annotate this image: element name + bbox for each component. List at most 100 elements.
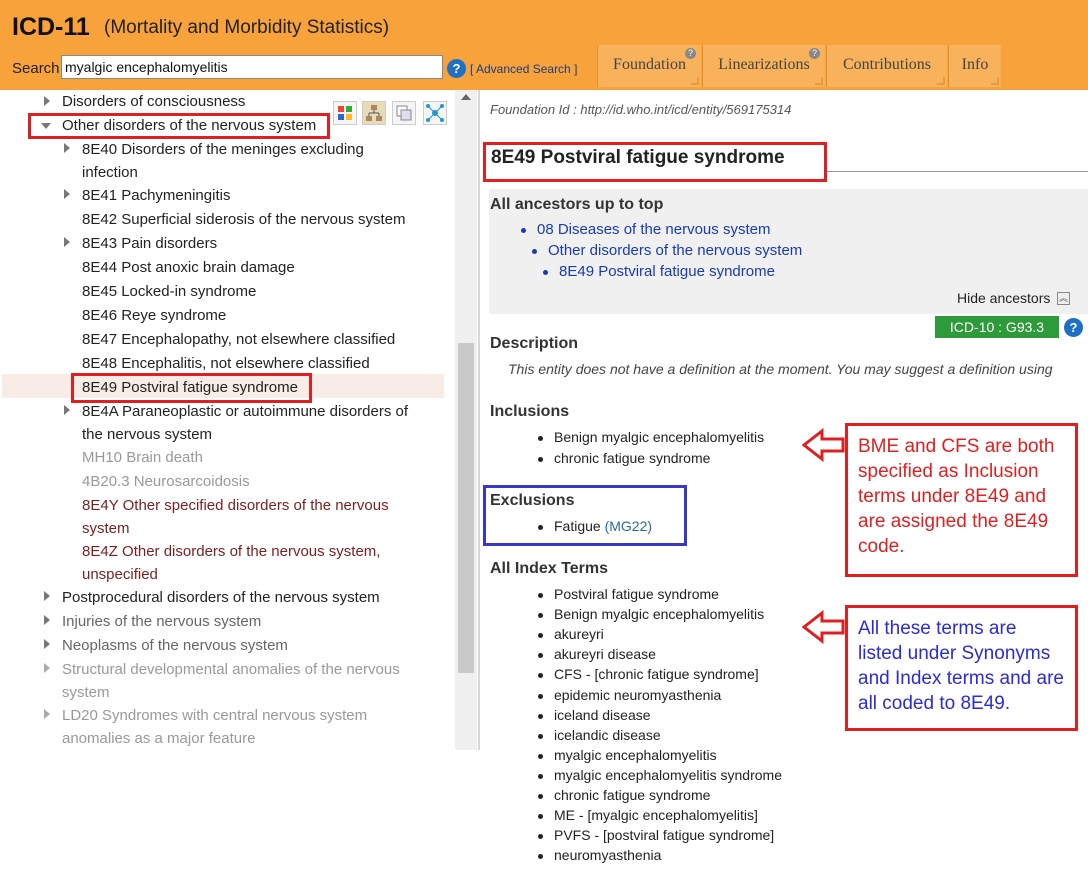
tree-node[interactable]: 8E4Z Other disorders of the nervous syst… [82, 540, 380, 586]
tree-node[interactable]: Structural developmental anomalies of th… [62, 658, 400, 704]
expand-arrow-icon[interactable] [44, 639, 50, 649]
collapse-icon[interactable]: ︽ [1057, 292, 1070, 305]
bullet [538, 593, 543, 598]
ancestor-link[interactable]: Other disorders of the nervous system [548, 242, 802, 259]
hierarchy-icon[interactable] [362, 101, 386, 125]
tree-node[interactable]: 8E42 Superficial siderosis of the nervou… [82, 208, 406, 231]
bullet [543, 270, 548, 275]
ancestor-link[interactable]: 8E49 Postviral fatigue syndrome [559, 263, 775, 280]
search-input[interactable] [61, 55, 443, 79]
arrow-left-icon [802, 610, 845, 644]
bullet [538, 794, 543, 799]
tree-node[interactable]: Disorders of consciousness [62, 90, 245, 113]
tree-node[interactable]: LD20 Syndromes with central nervous syst… [62, 704, 367, 750]
bullet [538, 814, 543, 820]
app-subtitle: (Mortality and Morbidity Statistics) [104, 17, 390, 38]
bullet [538, 713, 543, 719]
index-term: myalgic encephalomyelitis [554, 746, 717, 763]
bullet [538, 834, 543, 840]
copy-icon[interactable] [392, 101, 416, 125]
tree-node[interactable]: 8E44 Post anoxic brain damage [82, 256, 295, 279]
index-term: chronic fatigue syndrome [554, 787, 711, 803]
info-icon: ? [809, 48, 820, 59]
icd10-badge[interactable]: ICD-10 : G93.3 [935, 316, 1059, 338]
expand-arrow-icon[interactable] [64, 189, 70, 199]
index-term: iceland disease [554, 706, 651, 723]
expand-arrow-icon[interactable] [64, 143, 70, 153]
tree-node[interactable]: 8E4A Paraneoplastic or autoimmune disord… [82, 400, 408, 446]
inclusion-term: Benign myalgic encephalomyelitis [554, 429, 765, 445]
title-divider [826, 171, 1088, 172]
tab-linearizations[interactable]: Linearizations ? [702, 45, 825, 87]
tree-node[interactable]: 8E46 Reye syndrome [82, 304, 226, 327]
color-grid-icon[interactable] [333, 101, 357, 125]
tab-contributions[interactable]: Contributions [826, 45, 947, 87]
index-term: epidemic neuromyasthenia [554, 686, 722, 703]
tree-node[interactable]: 8E45 Locked-in syndrome [82, 280, 256, 303]
highlight-box [483, 142, 827, 182]
bullet [538, 613, 543, 619]
index-term: PVFS - [postviral fatigue syndrome] [554, 827, 775, 844]
bullet [538, 773, 543, 779]
expand-arrow-icon[interactable] [44, 591, 50, 601]
help-icon[interactable]: ? [1064, 318, 1083, 337]
foundation-id: Foundation Id : http://id.who.int/icd/en… [490, 102, 792, 117]
expand-arrow-icon[interactable] [64, 237, 70, 247]
inclusion-term: chronic fatigue syndrome [554, 450, 711, 466]
network-icon[interactable] [423, 101, 447, 125]
tab-label: Contributions [842, 56, 931, 73]
tab-info[interactable]: Info [948, 45, 1001, 87]
app-title: ICD-11 [12, 13, 90, 41]
tree-node[interactable]: MH10 Brain death [82, 446, 203, 469]
scroll-up-arrow-icon[interactable] [461, 94, 471, 100]
bullet [538, 633, 543, 639]
resize-corner-icon [991, 77, 999, 85]
tree-node[interactable]: 8E48 Encephalitis, not elsewhere classif… [82, 352, 370, 375]
description-heading: Description [490, 335, 579, 352]
hide-ancestors-link[interactable]: Hide ancestors [957, 290, 1050, 306]
index-term: CFS - [chronic fatigue syndrome] [554, 666, 759, 683]
arrow-left-icon [802, 428, 845, 462]
ancestor-link[interactable]: 08 Diseases of the nervous system [537, 221, 770, 238]
inclusions-heading: Inclusions [490, 403, 570, 420]
tab-label: Info [961, 56, 989, 73]
description-text: This entity does not have a definition a… [508, 361, 1053, 377]
tree-node[interactable]: Postprocedural disorders of the nervous … [62, 586, 380, 609]
tree-node[interactable]: 8E40 Disorders of the meninges excluding… [82, 138, 364, 184]
tab-label: Linearizations [718, 56, 810, 73]
annotation-note-index-terms: All these terms are listed under Synonym… [845, 605, 1078, 731]
classification-tree: Disorders of consciousness Other disorde… [0, 90, 455, 750]
resize-corner-icon [937, 77, 945, 85]
annotation-note-inclusions: BME and CFS are both specified as Inclus… [845, 423, 1078, 577]
index-term: Benign myalgic encephalomyelitis [554, 606, 765, 623]
help-icon[interactable]: ? [447, 59, 466, 78]
ancestors-heading: All ancestors up to top [490, 196, 664, 213]
bullet [538, 436, 543, 441]
tree-node[interactable]: Neoplasms of the nervous system [62, 634, 288, 657]
tree-scrollbar[interactable] [455, 90, 477, 750]
advanced-search-link[interactable]: [ Advanced Search ] [470, 62, 577, 76]
index-term: myalgic encephalomyelitis syndrome [554, 766, 782, 783]
tree-node[interactable]: 8E47 Encephalopathy, not elsewhere class… [82, 328, 395, 351]
expand-arrow-icon[interactable] [44, 663, 50, 673]
tree-node[interactable]: 4B20.3 Neurosarcoidosis [82, 470, 250, 493]
index-terms-heading: All Index Terms [490, 560, 608, 577]
bullet [538, 733, 543, 739]
bullet [538, 457, 543, 462]
expand-arrow-icon[interactable] [44, 615, 50, 625]
index-term: icelandic disease [554, 726, 661, 743]
tree-node[interactable]: 8E43 Pain disorders [82, 232, 217, 255]
tab-foundation[interactable]: Foundation ? [597, 45, 701, 87]
highlight-box [71, 373, 312, 403]
expand-arrow-icon[interactable] [44, 96, 50, 106]
expand-arrow-icon[interactable] [44, 709, 50, 719]
expand-arrow-icon[interactable] [64, 405, 70, 415]
tree-node[interactable]: 8E4Y Other specified disorders of the ne… [82, 494, 389, 540]
scrollbar-thumb[interactable] [458, 343, 474, 673]
tree-node[interactable]: 8E41 Pachymeningitis [82, 184, 230, 207]
index-term: akureyri [554, 626, 604, 643]
bullet [532, 249, 537, 254]
tree-node[interactable]: Injuries of the nervous system [62, 610, 261, 633]
bullet [538, 653, 543, 659]
panel-divider[interactable] [478, 90, 480, 750]
